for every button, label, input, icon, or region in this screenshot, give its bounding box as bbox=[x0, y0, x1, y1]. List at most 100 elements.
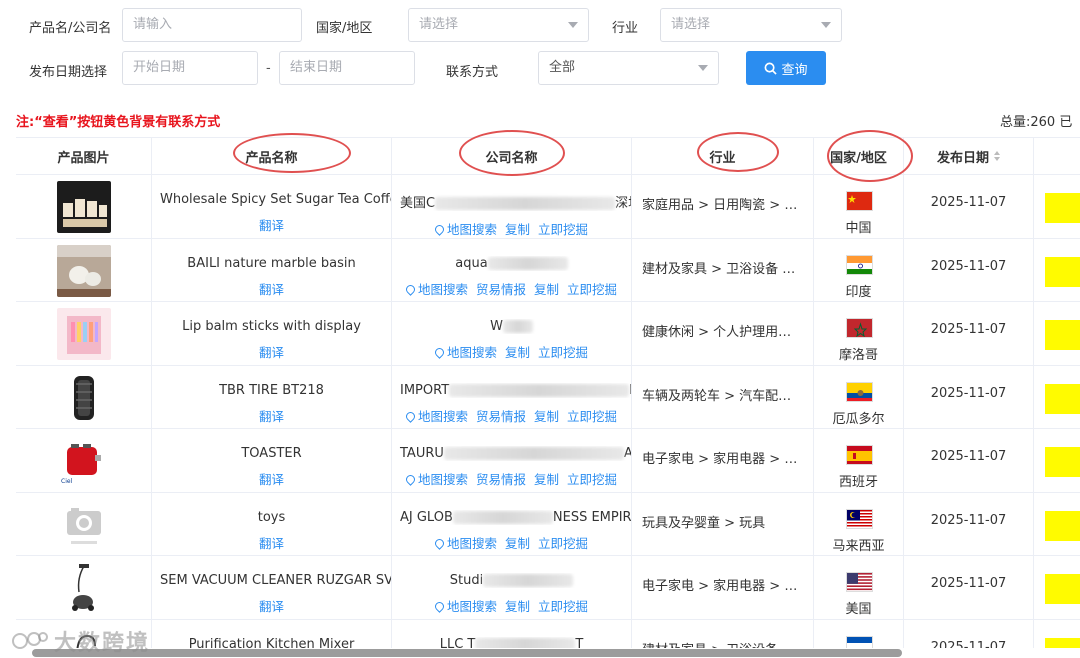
watermark: 大数跨境 bbox=[10, 625, 150, 657]
view-button[interactable] bbox=[1045, 637, 1080, 648]
view-button[interactable] bbox=[1045, 574, 1080, 604]
translate-link[interactable]: 翻译 bbox=[152, 469, 391, 488]
company-cell: TAURUAI 地图搜索 贸易情报 复制 立即挖掘 bbox=[392, 429, 632, 492]
translate-link[interactable]: 翻译 bbox=[152, 342, 391, 361]
translate-link[interactable]: 翻译 bbox=[152, 596, 391, 615]
sort-icon[interactable] bbox=[994, 151, 1000, 161]
view-button[interactable] bbox=[1045, 256, 1080, 287]
map-search-link[interactable]: 地图搜索 bbox=[418, 409, 468, 424]
product-name: BAILI nature marble basin bbox=[187, 255, 356, 271]
mine-now-link[interactable]: 立即挖掘 bbox=[538, 222, 588, 237]
redacted-text bbox=[475, 637, 576, 648]
country-select[interactable]: 请选择 bbox=[408, 8, 589, 42]
table-row: Wholesale Spicy Set Sugar Tea Coffee Can… bbox=[16, 175, 1080, 239]
copy-link[interactable]: 复制 bbox=[505, 345, 530, 360]
horizontal-scrollbar[interactable] bbox=[32, 649, 902, 657]
product-name: Lip balm sticks with display bbox=[182, 319, 361, 334]
redacted-text bbox=[449, 383, 630, 397]
view-button[interactable] bbox=[1045, 193, 1080, 223]
translate-link[interactable]: 翻译 bbox=[152, 215, 391, 234]
product-cell: Wholesale Spicy Set Sugar Tea Coffee Can… bbox=[152, 175, 392, 238]
query-button[interactable]: 查询 bbox=[746, 51, 826, 85]
company-name: AJ GLOBNESS EMPIRE bbox=[400, 509, 631, 525]
product-image[interactable] bbox=[57, 562, 111, 614]
view-button[interactable] bbox=[1045, 383, 1080, 414]
translate-link[interactable]: 翻译 bbox=[152, 406, 391, 425]
industry-text: 健康休闲 > 个人护理用具 > 唇膏 bbox=[642, 325, 802, 340]
view-button[interactable] bbox=[1045, 320, 1080, 350]
product-image-cell bbox=[16, 556, 152, 619]
product-image[interactable] bbox=[57, 371, 111, 424]
product-image[interactable] bbox=[57, 244, 111, 297]
copy-link[interactable]: 复制 bbox=[505, 599, 530, 614]
company-name: aqua bbox=[392, 256, 631, 271]
copy-link[interactable]: 复制 bbox=[505, 222, 530, 237]
product-cell: TOASTER 翻译 bbox=[152, 429, 392, 492]
map-pin-icon bbox=[433, 600, 446, 613]
trade-info-link[interactable]: 贸易情报 bbox=[476, 282, 526, 297]
mine-now-link[interactable]: 立即挖掘 bbox=[538, 536, 588, 551]
total-count: 总量:260 已 bbox=[1000, 115, 1073, 130]
industry-text: 电子家电 > 家用电器 > 清洁电器 bbox=[642, 579, 802, 594]
table-row: SEM VACUUM CLEANER RUZGAR SV-2 翻译 Studi … bbox=[16, 556, 1080, 620]
product-image[interactable] bbox=[57, 308, 111, 360]
product-image[interactable] bbox=[57, 498, 111, 551]
start-date-input[interactable]: 开始日期 bbox=[122, 51, 258, 85]
company-links: 地图搜索 复制 立即挖掘 bbox=[392, 219, 631, 238]
product-name: TOASTER bbox=[241, 446, 302, 461]
company-name: TAURUAI bbox=[392, 446, 631, 461]
industry-text: 建材及家具 > 卫浴设备 > 龙头 bbox=[642, 639, 802, 649]
end-date-input[interactable]: 结束日期 bbox=[279, 51, 415, 85]
action-cell bbox=[1034, 302, 1080, 365]
country-cell: 中国 bbox=[814, 175, 904, 238]
translate-link[interactable]: 翻译 bbox=[152, 533, 391, 552]
trade-info-link[interactable]: 贸易情报 bbox=[476, 409, 526, 424]
company-cell: AJ GLOBNESS EMPIRE 地图搜索 复制 立即挖掘 bbox=[392, 492, 632, 555]
industry-text: 车辆及两轮车 > 汽车配件 > 轮胎 bbox=[642, 388, 802, 404]
country-cell: 厄瓜多尔 bbox=[814, 365, 904, 428]
copy-link[interactable]: 复制 bbox=[534, 282, 559, 297]
company-cell: LLC TT 地图搜索 复制 立即挖掘 bbox=[392, 619, 632, 648]
company-name: 美国C深圳代表处 bbox=[400, 196, 631, 211]
map-search-link[interactable]: 地图搜索 bbox=[447, 345, 497, 360]
company-links: 地图搜索 复制 立即挖掘 bbox=[392, 342, 631, 361]
product-company-input[interactable]: 请输入 bbox=[122, 8, 302, 42]
product-image-cell bbox=[16, 365, 152, 428]
header-industry: 行业 bbox=[632, 138, 814, 174]
date-cell: 2025-11-07 bbox=[904, 429, 1034, 492]
product-image-cell bbox=[16, 302, 152, 365]
copy-link[interactable]: 复制 bbox=[534, 409, 559, 424]
map-search-link[interactable]: 地图搜索 bbox=[447, 222, 497, 237]
mine-now-link[interactable]: 立即挖掘 bbox=[567, 472, 617, 487]
publish-date: 2025-11-07 bbox=[930, 449, 1007, 464]
mine-now-link[interactable]: 立即挖掘 bbox=[538, 599, 588, 614]
copy-link[interactable]: 复制 bbox=[534, 472, 559, 487]
translate-link[interactable]: 翻译 bbox=[152, 279, 391, 298]
publish-date: 2025-11-07 bbox=[930, 385, 1007, 401]
industry-select[interactable]: 请选择 bbox=[660, 8, 842, 42]
mine-now-link[interactable]: 立即挖掘 bbox=[567, 409, 617, 424]
header-date[interactable]: 发布日期 bbox=[904, 138, 1034, 174]
map-search-link[interactable]: 地图搜索 bbox=[447, 599, 497, 614]
view-button[interactable] bbox=[1045, 510, 1080, 541]
industry-text: 电子家电 > 家用电器 > 厨房电器 bbox=[642, 452, 802, 467]
copy-link[interactable]: 复制 bbox=[505, 536, 530, 551]
header-country: 国家/地区 bbox=[814, 138, 904, 174]
mine-now-link[interactable]: 立即挖掘 bbox=[567, 282, 617, 297]
company-links: 地图搜索 贸易情报 复制 立即挖掘 bbox=[392, 406, 631, 425]
company-name: Studi bbox=[392, 573, 631, 588]
product-image[interactable] bbox=[57, 181, 111, 233]
map-search-link[interactable]: 地图搜索 bbox=[447, 536, 497, 551]
view-button[interactable] bbox=[1045, 447, 1080, 477]
date-cell: 2025-11-07 bbox=[904, 302, 1034, 365]
country-cell: 美国 bbox=[814, 556, 904, 619]
action-cell bbox=[1034, 366, 1080, 429]
redacted-text bbox=[487, 256, 568, 270]
product-name: SEM VACUUM CLEANER RUZGAR SV-2 bbox=[160, 573, 391, 588]
mine-now-link[interactable]: 立即挖掘 bbox=[538, 345, 588, 360]
product-image[interactable]: Ciel bbox=[57, 435, 111, 487]
map-search-link[interactable]: 地图搜索 bbox=[418, 472, 468, 487]
contact-select[interactable]: 全部 bbox=[538, 51, 719, 85]
trade-info-link[interactable]: 贸易情报 bbox=[476, 472, 526, 487]
map-search-link[interactable]: 地图搜索 bbox=[418, 282, 468, 297]
